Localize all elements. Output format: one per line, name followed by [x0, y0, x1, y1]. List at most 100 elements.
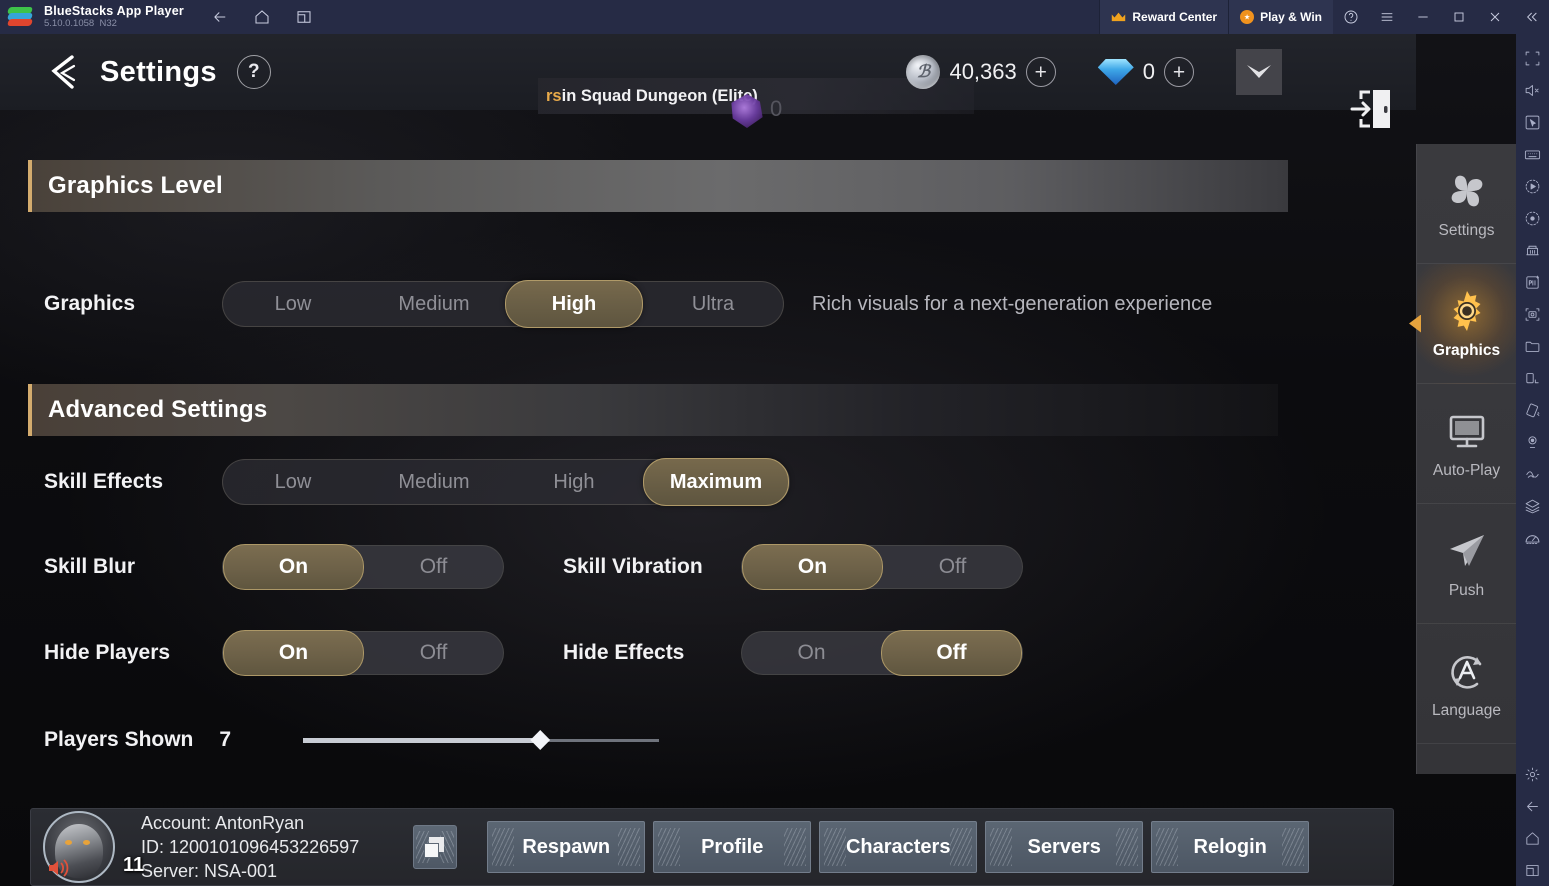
back-arrow-icon[interactable] — [46, 52, 80, 92]
language-icon — [1444, 648, 1490, 694]
skill-effects-option-low[interactable]: Low — [223, 459, 363, 505]
close-button[interactable] — [1477, 0, 1513, 34]
hide-effects-toggle[interactable]: On Off — [741, 630, 1023, 676]
chevron-down-icon[interactable] — [1236, 49, 1282, 95]
row-graphics: Graphics Low Medium High Ultra Rich visuals… — [44, 280, 1374, 328]
sidebar-item-auto-play[interactable]: Auto-Play — [1417, 384, 1516, 504]
mute-icon[interactable] — [1516, 74, 1549, 106]
graphics-option-high[interactable]: High — [505, 280, 643, 328]
hide-effects-off-option[interactable]: Off — [881, 630, 1022, 676]
skill-vibration-on-option[interactable]: On — [742, 544, 883, 590]
skill-effects-option-medium[interactable]: Medium — [363, 459, 505, 505]
shake-icon[interactable] — [1516, 458, 1549, 490]
location-icon[interactable] — [1516, 426, 1549, 458]
apk-install-icon[interactable] — [1516, 266, 1549, 298]
skill-vibration-off-option[interactable]: Off — [883, 545, 1022, 589]
sidebar-item-push[interactable]: Push — [1417, 504, 1516, 624]
tilt-icon[interactable] — [1516, 394, 1549, 426]
players-shown-label: Players Shown — [44, 728, 194, 751]
exit-icon[interactable] — [1346, 86, 1394, 132]
slider-thumb[interactable] — [530, 730, 551, 750]
gem-value: 0 — [1142, 59, 1155, 84]
titlebar-text: BlueStacks App Player 5.10.0.1058 N32 — [44, 3, 184, 30]
menu-icon[interactable] — [1369, 0, 1405, 34]
notification-prefix: rs — [546, 86, 562, 105]
account-details: Account: AntonRyan ID: 12001010964532265… — [141, 813, 359, 882]
account-server: Server: NSA-001 — [141, 860, 278, 881]
characters-button[interactable]: Characters — [819, 821, 978, 873]
graphics-option-ultra[interactable]: Ultra — [643, 281, 783, 327]
performance-icon[interactable] — [1516, 522, 1549, 554]
relogin-button[interactable]: Relogin — [1151, 821, 1310, 873]
button-label: Relogin — [1193, 835, 1267, 858]
window-controls — [1333, 0, 1549, 34]
layers-icon[interactable] — [1516, 490, 1549, 522]
graphics-option-medium[interactable]: Medium — [363, 281, 505, 327]
respawn-button[interactable]: Respawn — [487, 821, 646, 873]
section-title: Graphics Level — [48, 172, 223, 199]
skill-vibration-label: Skill Vibration — [563, 555, 703, 578]
settings-gear-icon[interactable] — [1516, 758, 1549, 790]
skill-blur-toggle[interactable]: On Off — [222, 544, 504, 590]
graphics-segmented-control[interactable]: Low Medium High Ultra — [222, 280, 784, 328]
players-shown-slider[interactable] — [303, 730, 660, 750]
graphics-label: Graphics — [44, 292, 136, 315]
help-icon[interactable] — [1333, 0, 1369, 34]
notification-text: in Squad Dungeon (Elite) — [561, 86, 758, 105]
skill-effects-option-maximum[interactable]: Maximum — [643, 458, 789, 506]
coin-add-button[interactable]: + — [1025, 57, 1056, 87]
slider-fill — [303, 738, 539, 743]
fullscreen-icon[interactable] — [1516, 42, 1549, 74]
record-icon[interactable] — [1516, 202, 1549, 234]
back-arrow-icon[interactable] — [1516, 790, 1549, 822]
section-title: Advanced Settings — [48, 396, 268, 423]
media-folder-icon[interactable] — [1516, 330, 1549, 362]
rotate-icon[interactable] — [1516, 362, 1549, 394]
skill-blur-off-option[interactable]: Off — [364, 545, 503, 589]
skill-blur-on-option[interactable]: On — [223, 544, 364, 590]
recents-icon[interactable] — [294, 7, 314, 27]
multi-instance-icon[interactable] — [1516, 234, 1549, 266]
app-name: BlueStacks App Player — [44, 3, 184, 18]
reward-center-button[interactable]: Reward Center — [1099, 0, 1229, 34]
profile-button[interactable]: Profile — [653, 821, 812, 873]
recents-icon[interactable] — [1516, 854, 1549, 886]
copy-icon[interactable] — [413, 825, 458, 869]
servers-button[interactable]: Servers — [985, 821, 1144, 873]
home-icon[interactable] — [1516, 822, 1549, 854]
back-icon[interactable] — [210, 7, 230, 27]
row-hide-players: Hide Players On Off — [44, 630, 504, 676]
hide-effects-on-option[interactable]: On — [742, 631, 881, 675]
sidebar-item-label: Language — [1432, 701, 1501, 719]
hide-players-on-option[interactable]: On — [223, 630, 364, 676]
collapse-sidebar-button[interactable] — [1513, 0, 1549, 34]
help-icon[interactable]: ? — [236, 55, 271, 89]
row-skill-vibration: Skill Vibration On Off — [563, 532, 1023, 602]
graphics-option-low[interactable]: Low — [223, 281, 363, 327]
gem-add-button[interactable]: + — [1164, 57, 1194, 87]
section-graphics-level: Graphics Level — [28, 160, 1288, 212]
sidebar-item-language[interactable]: Language — [1417, 624, 1516, 744]
minimize-button[interactable] — [1405, 0, 1441, 34]
hide-players-toggle[interactable]: On Off — [222, 630, 504, 676]
hide-players-label: Hide Players — [44, 641, 171, 664]
skill-effects-option-high[interactable]: High — [505, 459, 643, 505]
keyboard-icon[interactable] — [1516, 138, 1549, 170]
sidebar-item-graphics[interactable]: Graphics — [1409, 264, 1516, 384]
row-skill-effects: Skill Effects Low Medium High Maximum — [44, 458, 790, 506]
hide-players-off-option[interactable]: Off — [364, 631, 503, 675]
skill-blur-label: Skill Blur — [44, 555, 136, 578]
maximize-button[interactable] — [1441, 0, 1477, 34]
sidebar-item-settings[interactable]: Settings — [1417, 144, 1516, 264]
button-ornament — [784, 828, 807, 866]
account-name: Account: AntonRyan — [141, 812, 305, 833]
skill-vibration-toggle[interactable]: On Off — [741, 544, 1023, 590]
skill-effects-segmented-control[interactable]: Low Medium High Maximum — [222, 458, 790, 506]
play-and-win-button[interactable]: Play & Win — [1228, 0, 1333, 34]
cursor-icon[interactable] — [1516, 106, 1549, 138]
macro-icon[interactable] — [1516, 170, 1549, 202]
titlebar-right: Reward Center Play & Win — [1099, 0, 1549, 34]
screenshot-icon[interactable] — [1516, 298, 1549, 330]
home-icon[interactable] — [252, 7, 272, 27]
diamond-icon — [1097, 59, 1134, 85]
